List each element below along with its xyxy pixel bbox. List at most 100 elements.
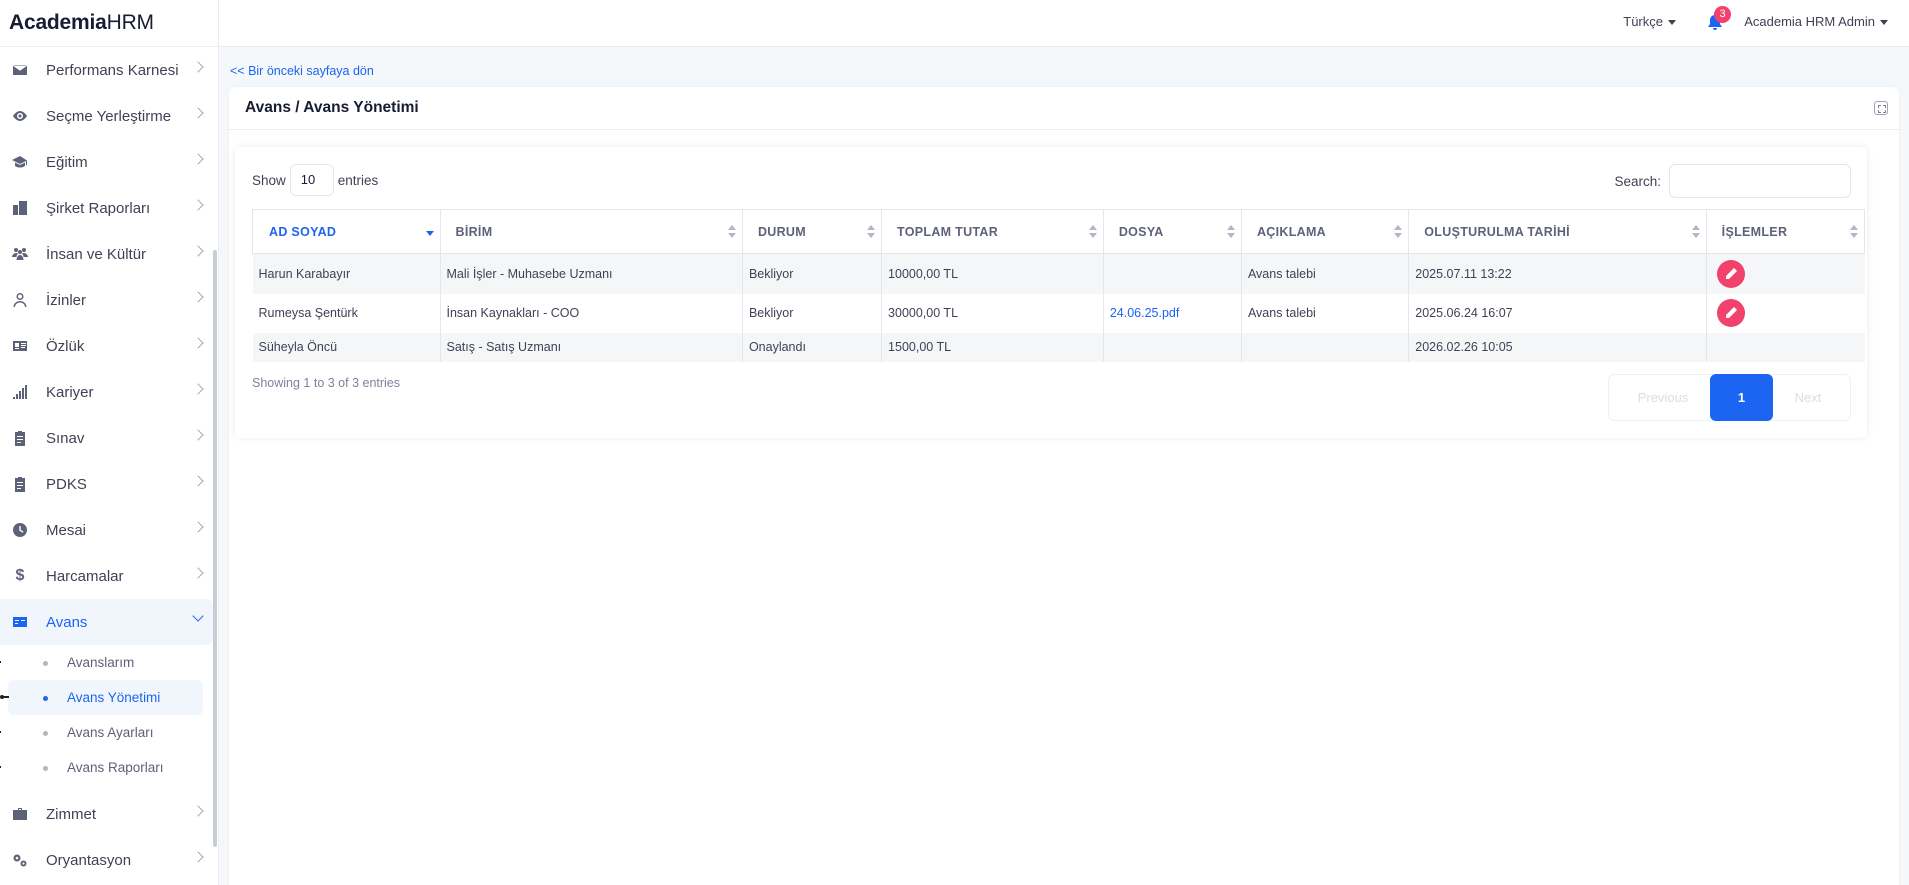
sort-icon <box>867 225 876 239</box>
chevron-right-icon <box>192 107 204 119</box>
sidebar-item-pdks[interactable]: PDKS <box>0 461 213 507</box>
chevron-right-icon <box>192 805 204 817</box>
user-icon <box>12 292 28 308</box>
col-dosya[interactable]: DOSYA <box>1102 209 1242 254</box>
cell-status: Onaylandı <box>741 332 882 362</box>
edit-pencil-icon[interactable] <box>1716 299 1745 327</box>
chevron-right-icon <box>192 429 204 441</box>
sidebar-subitem-avans-yonetimi[interactable]: Avans Yönetimi <box>0 680 203 715</box>
sidebar-item-label: Sınav <box>46 429 85 447</box>
cell-name: Süheyla Öncü <box>252 332 440 362</box>
sort-icon <box>1691 225 1700 239</box>
sidebar-item-oryantasyon[interactable]: Oryantasyon <box>0 837 213 883</box>
pin-icon <box>0 660 1 664</box>
col-label: BİRİM <box>455 224 493 239</box>
sidebar-scrollbar[interactable] <box>213 250 217 847</box>
sidebar-item-izinler[interactable]: İzinler <box>0 277 213 323</box>
next-page-button[interactable]: Next <box>1765 374 1851 421</box>
cell-description: Avans talebi <box>1240 253 1409 294</box>
col-label: TOPLAM TUTAR <box>897 224 999 239</box>
sidebar-item-avans[interactable]: Avans <box>0 599 213 645</box>
user-menu[interactable]: Academia HRM Admin <box>1744 14 1888 29</box>
sidebar-item-label: Performans Karnesi <box>46 61 179 79</box>
col-label: DURUM <box>757 224 806 239</box>
sidebar-item-ozluk[interactable]: Özlük <box>0 323 213 369</box>
sidebar-item-label: Avans <box>46 613 88 631</box>
sidebar-item-sirket-raporlari[interactable]: Şirket Raporları <box>0 185 213 231</box>
search-label: Search: <box>1614 173 1661 189</box>
sidebar-item-insan-ve-kultur[interactable]: İnsan ve Kültür <box>0 231 213 277</box>
content-card: Avans / Avans Yönetimi Show 10 entries S… <box>229 87 1899 885</box>
cell-name: Harun Karabayır <box>252 253 440 294</box>
sidebar-item-zimmet[interactable]: Zimmet <box>0 791 213 837</box>
sidebar-subitem-avans-raporlari[interactable]: Avans Raporları <box>0 750 213 785</box>
sidebar-item-label: Özlük <box>46 337 85 355</box>
back-link[interactable]: << Bir önceki sayfaya dön <box>230 64 374 78</box>
col-birim[interactable]: BİRİM <box>439 209 743 254</box>
sidebar-subitem-label: Avans Yönetimi <box>67 690 161 705</box>
chevron-right-icon <box>192 245 204 257</box>
sidebar-item-performans-karnesi[interactable]: Performans Karnesi <box>0 47 213 93</box>
cell-unit: Mali İşler - Muhasebe Uzmanı <box>439 253 743 294</box>
cell-total: 1500,00 TL <box>881 332 1104 362</box>
col-aciklama[interactable]: AÇIKLAMA <box>1240 209 1410 254</box>
pin-icon <box>0 730 1 734</box>
language-dropdown[interactable]: Türkçe <box>1623 14 1676 29</box>
file-link[interactable]: 24.06.25.pdf <box>1110 306 1180 320</box>
sidebar-item-egitim[interactable]: Eğitim <box>0 139 213 185</box>
sidebar-subitem-label: Avans Ayarları <box>67 725 154 740</box>
chevron-right-icon <box>192 291 204 303</box>
sidebar-item-harcamalar[interactable]: $ Harcamalar <box>0 553 213 599</box>
sidebar-item-kariyer[interactable]: Kariyer <box>0 369 213 415</box>
show-label: Show <box>252 172 286 188</box>
col-durum[interactable]: DURUM <box>741 209 883 254</box>
cell-actions <box>1705 253 1865 294</box>
chevron-down-icon <box>192 610 204 622</box>
cell-created: 2025.06.24 16:07 <box>1408 293 1707 333</box>
col-label: DOSYA <box>1118 224 1164 239</box>
sidebar-subitem-avans-ayarlari[interactable]: Avans Ayarları <box>0 715 213 750</box>
brand-logo[interactable]: Academia HRM <box>0 0 218 47</box>
clipboard-icon <box>12 476 28 492</box>
language-label: Türkçe <box>1623 14 1663 29</box>
clock-icon <box>12 522 28 538</box>
col-toplam-tutar[interactable]: TOPLAM TUTAR <box>881 209 1104 254</box>
bullet-icon <box>43 731 48 736</box>
sidebar-item-label: Mesai <box>46 521 87 539</box>
chevron-right-icon <box>192 851 204 863</box>
sidebar-item-sinav[interactable]: Sınav <box>0 415 213 461</box>
previous-page-button[interactable]: Previous <box>1608 374 1718 421</box>
edit-pencil-icon[interactable] <box>1716 259 1745 288</box>
sidebar: Academia HRM Performans Karnesi Seçme Yer… <box>0 0 219 885</box>
page-length-select[interactable]: 10 <box>289 164 334 196</box>
sort-icon <box>1850 225 1858 239</box>
col-label: OLUŞTURULMA TARİHİ <box>1424 224 1570 239</box>
briefcase-icon <box>12 806 28 822</box>
top-header: Türkçe 3 Academia HRM Admin <box>219 0 1909 47</box>
sidebar-subitem-avanslarim[interactable]: Avanslarım <box>0 645 213 680</box>
caret-down-icon <box>1668 20 1676 26</box>
page-1-button[interactable]: 1 <box>1710 374 1773 421</box>
cell-unit: İnsan Kaynakları - COO <box>439 293 743 333</box>
caret-down-icon <box>1880 20 1888 26</box>
cell-status: Bekliyor <box>741 293 882 333</box>
sidebar-menu: Performans Karnesi Seçme Yerleştirme Eği… <box>0 47 213 883</box>
fullscreen-icon[interactable] <box>1874 101 1888 115</box>
col-ad-soyad[interactable]: AD SOYAD <box>252 209 441 254</box>
sort-icon <box>1226 225 1235 239</box>
notification-badge: 3 <box>1714 6 1731 23</box>
clipboard-icon <box>12 430 28 446</box>
col-olusturulma-tarihi[interactable]: OLUŞTURULMA TARİHİ <box>1408 209 1707 254</box>
sidebar-item-label: Oryantasyon <box>46 851 132 869</box>
col-islemler[interactable]: İŞLEMLER <box>1705 209 1866 254</box>
col-label: AÇIKLAMA <box>1256 224 1326 239</box>
brand-name-bold: Academia <box>9 11 107 34</box>
cell-created: 2025.07.11 13:22 <box>1408 253 1707 294</box>
graduation-cap-icon <box>12 154 28 170</box>
search-input[interactable] <box>1669 164 1851 198</box>
sidebar-item-secme-yerlestirme[interactable]: Seçme Yerleştirme <box>0 93 213 139</box>
sort-icon <box>1088 225 1097 239</box>
sidebar-item-mesai[interactable]: Mesai <box>0 507 213 553</box>
sidebar-item-label: Eğitim <box>46 153 88 171</box>
chevron-right-icon <box>192 383 204 395</box>
